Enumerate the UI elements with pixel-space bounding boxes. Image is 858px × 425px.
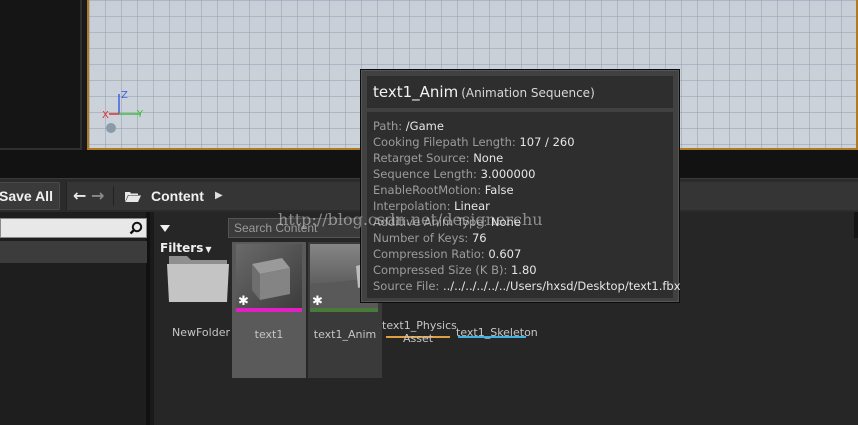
asset-tile-newfolder[interactable]: NewFolder (162, 242, 240, 350)
tooltip-value: 0.607 (488, 247, 522, 261)
tooltip-row: EnableRootMotion: False (373, 182, 667, 198)
tooltip-key: Compressed Size (K B): (373, 263, 508, 277)
asset-label: text1_Skeleton (456, 326, 538, 339)
tooltip-row: Interpolation: Linear (373, 198, 667, 214)
axis-x-label: X (102, 110, 109, 121)
tooltip-value: ../../../../../../Users/hxsd/Desktop/tex… (442, 279, 681, 293)
tooltip-value: None (490, 215, 521, 229)
mesh-thumbnail: ✱ (236, 244, 302, 312)
tooltip-key: Retarget Source: (373, 151, 470, 165)
tooltip-value: False (484, 183, 514, 197)
tooltip-row: Retarget Source: None (373, 150, 667, 166)
tooltip-title: text1_Anim (Animation Sequence) (373, 82, 595, 103)
asset-label: text1_Physics Asset (382, 319, 457, 345)
tooltip-row: Number of Keys: 76 (373, 230, 667, 246)
search-icon (129, 221, 143, 235)
tooltip-value: /Game (405, 119, 444, 133)
tooltip-key: Path: (373, 119, 403, 133)
folder-search-input[interactable] (0, 218, 147, 238)
tooltip-value: Linear (454, 199, 490, 213)
tooltip-key: Source File: (373, 279, 440, 293)
tooltip-value: None (473, 151, 504, 165)
tooltip-value: 1.80 (510, 263, 537, 277)
folder-tree-item[interactable] (0, 241, 147, 263)
scrollbar[interactable] (854, 212, 858, 238)
tooltip-key: Interpolation: (373, 199, 451, 213)
tooltip-key: Compression Ratio: (373, 247, 485, 261)
funnel-icon (160, 225, 170, 232)
asset-label: text1 (254, 328, 284, 341)
tooltip-asset-name: text1_Anim (373, 83, 459, 101)
tooltip-row: Source File: ../../../../../../Users/hxs… (373, 278, 681, 294)
tooltip-header: text1_Anim (Animation Sequence) (367, 76, 673, 108)
axis-gizmo-icon: Z Y X (102, 90, 144, 133)
unsaved-star-icon: ✱ (312, 294, 323, 309)
tooltip-value: 3.000000 (480, 167, 536, 181)
tooltip-key: EnableRootMotion: (373, 183, 482, 197)
tooltip-key: Number of Keys: (373, 231, 469, 245)
nav-separator (113, 186, 114, 206)
search-content-input[interactable] (228, 218, 368, 238)
tooltip-value: 107 / 260 (519, 135, 575, 149)
tooltip-row: Sequence Length: 3.000000 (373, 166, 667, 182)
tooltip-value: 76 (471, 231, 487, 245)
asset-tooltip: text1_Anim (Animation Sequence) Path: /Ga… (360, 69, 681, 303)
tooltip-key: Cooking Filepath Length: (373, 135, 516, 149)
breadcrumb-chevron-icon[interactable]: ▶ (215, 188, 223, 204)
tooltip-body: Path: /Game Cooking Filepath Length: 107… (367, 112, 681, 298)
tooltip-row: Path: /Game (373, 118, 667, 134)
asset-label: text1_Anim (313, 328, 377, 341)
folder-icon (167, 256, 229, 302)
breadcrumb-content[interactable]: Content (151, 188, 204, 204)
axis-z-label: Z (121, 90, 128, 101)
tooltip-key: Sequence Length: (373, 167, 477, 181)
filters-button[interactable]: Filters ▼ (160, 218, 224, 255)
tooltip-asset-type: (Animation Sequence) (461, 86, 595, 100)
save-all-button[interactable]: Save All (0, 182, 60, 210)
asset-tile-text1[interactable]: ✱ text1 (232, 242, 306, 378)
tooltip-row: Compression Ratio: 0.607 (373, 246, 667, 262)
tooltip-key: Additive Anim Type: (373, 215, 488, 229)
tooltip-row: Cooking Filepath Length: 107 / 260 (373, 134, 667, 150)
unsaved-star-icon: ✱ (238, 294, 249, 309)
tooltip-row: Additive Anim Type: None (373, 214, 667, 230)
tooltip-row: Compressed Size (K B): 1.80 (373, 262, 667, 278)
asset-label: NewFolder (172, 326, 230, 339)
back-arrow-icon[interactable]: ← (73, 186, 89, 206)
forward-arrow-icon[interactable]: → (91, 186, 107, 206)
axis-y-label: Y (136, 109, 144, 120)
sources-panel (0, 212, 150, 425)
folder-open-icon (125, 192, 141, 202)
left-panel (0, 0, 82, 150)
